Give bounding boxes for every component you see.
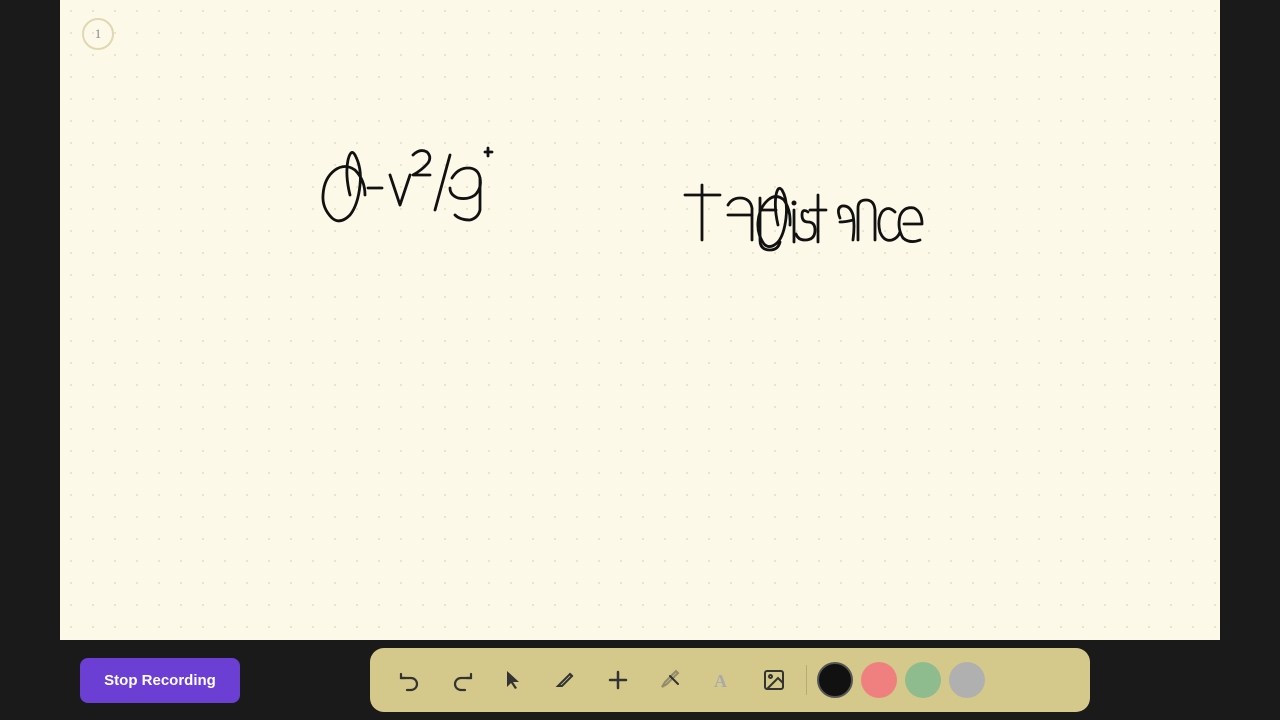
add-button[interactable] [596, 658, 640, 702]
drawing-canvas[interactable]: 1 [60, 0, 1220, 640]
image-button[interactable] [752, 658, 796, 702]
svg-text:A: A [714, 671, 727, 691]
page-number: 1 [82, 18, 114, 50]
redo-button[interactable] [440, 658, 484, 702]
color-pink[interactable] [861, 662, 897, 698]
pen-tool-button[interactable] [544, 658, 588, 702]
stop-recording-button[interactable]: Stop Recording [80, 658, 240, 703]
toolbar: A [370, 648, 1090, 712]
select-tool-button[interactable] [492, 658, 536, 702]
bottom-bar: Stop Recording [60, 640, 1220, 720]
color-green[interactable] [905, 662, 941, 698]
color-gray[interactable] [949, 662, 985, 698]
eraser-button[interactable] [648, 658, 692, 702]
text-tool-button[interactable]: A [700, 658, 744, 702]
toolbar-divider [806, 665, 807, 695]
undo-button[interactable] [388, 658, 432, 702]
color-black[interactable] [817, 662, 853, 698]
